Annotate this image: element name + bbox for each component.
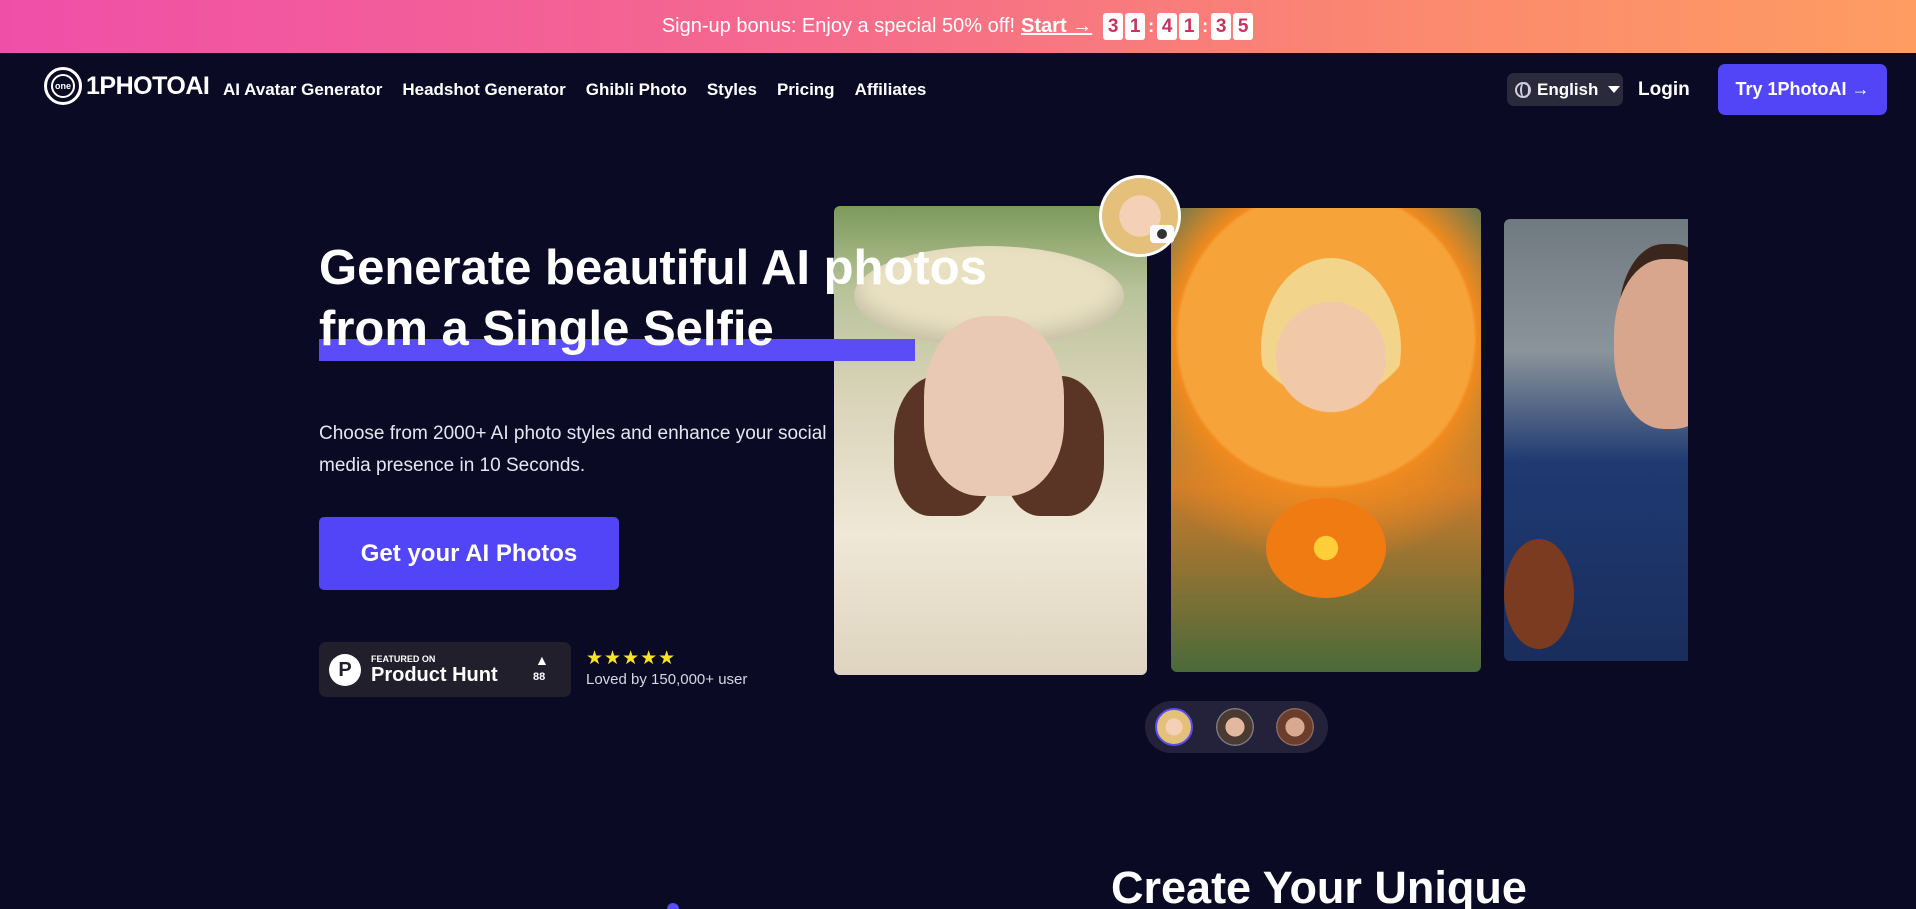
logo-text: 1PHOTOAI — [86, 71, 210, 100]
chevron-down-icon — [1608, 86, 1621, 93]
nav-link-ai-avatar-generator[interactable]: AI Avatar Generator — [223, 80, 382, 100]
hero-subtitle: Choose from 2000+ AI photo styles and en… — [319, 423, 827, 476]
top-nav: one 1PHOTOAI AI Avatar Generator Headsho… — [0, 53, 1916, 125]
nav-links: AI Avatar Generator Headshot Generator G… — [223, 80, 926, 100]
countdown-digit: 3 — [1211, 13, 1232, 40]
upvote-count: 88 — [533, 671, 546, 683]
countdown-digit: 1 — [1125, 13, 1146, 40]
avatar-thumb-woman-brunette[interactable] — [1276, 708, 1314, 746]
rating-stars: ★★★★★ — [586, 648, 677, 669]
product-hunt-name: Product Hunt — [371, 664, 498, 686]
nav-link-affiliates[interactable]: Affiliates — [855, 80, 927, 100]
countdown-timer: 3 1 : 4 1 : 3 5 — [1102, 13, 1254, 40]
nav-link-headshot-generator[interactable]: Headshot Generator — [402, 80, 565, 100]
login-link[interactable]: Login — [1638, 79, 1690, 101]
try-1photoai-button[interactable]: Try 1PhotoAI → — [1718, 64, 1887, 115]
nav-link-pricing[interactable]: Pricing — [777, 80, 835, 100]
nav-link-styles[interactable]: Styles — [707, 80, 757, 100]
product-hunt-icon: P — [329, 654, 361, 686]
avatar-thumb-man[interactable] — [1216, 708, 1254, 746]
promo-text: Sign-up bonus: Enjoy a special 50% off! — [661, 15, 1016, 37]
rating-text: Loved by 150,000+ user — [586, 671, 748, 688]
avatar-thumb-woman-blonde[interactable] — [1155, 708, 1193, 746]
upvote-icon: ▲ — [535, 652, 549, 668]
countdown-digit: 5 — [1233, 13, 1254, 40]
camera-icon — [1150, 225, 1174, 243]
hero-title-line2: from a Single Selfie — [319, 302, 774, 356]
selfie-avatar — [1099, 175, 1181, 257]
logo-icon: one — [44, 67, 82, 105]
countdown-separator: : — [1202, 16, 1209, 36]
avatar-switcher — [1145, 701, 1328, 753]
globe-icon — [1515, 81, 1531, 98]
promo-banner: Sign-up bonus: Enjoy a special 50% off! … — [0, 0, 1916, 53]
product-hunt-featured-label: FEATURED ON — [371, 654, 436, 664]
product-hunt-badge[interactable]: P FEATURED ON Product Hunt ▲ 88 — [319, 642, 571, 697]
hero-title: Generate beautiful AI photos from a Sing… — [319, 238, 987, 360]
countdown-separator: : — [1148, 16, 1155, 36]
nav-link-ghibli-photo[interactable]: Ghibli Photo — [586, 80, 687, 100]
sample-photo-football-player — [1504, 219, 1688, 661]
countdown-digit: 3 — [1103, 13, 1124, 40]
logo[interactable]: one 1PHOTOAI — [44, 67, 210, 105]
hero-title-line1: Generate beautiful AI photos — [319, 241, 987, 295]
countdown-digit: 4 — [1157, 13, 1178, 40]
decorative-dot — [667, 903, 679, 909]
countdown-digit: 1 — [1179, 13, 1200, 40]
sample-photo-pumpkin-woman — [1171, 208, 1481, 672]
language-selector[interactable]: English — [1507, 73, 1623, 106]
logo-badge-text: one — [54, 81, 71, 91]
get-ai-photos-button[interactable]: Get your AI Photos — [319, 517, 619, 590]
section-title: Create Your Unique — [1111, 862, 1527, 909]
language-label: English — [1537, 79, 1599, 99]
promo-start-link[interactable]: Start → — [1021, 15, 1092, 38]
